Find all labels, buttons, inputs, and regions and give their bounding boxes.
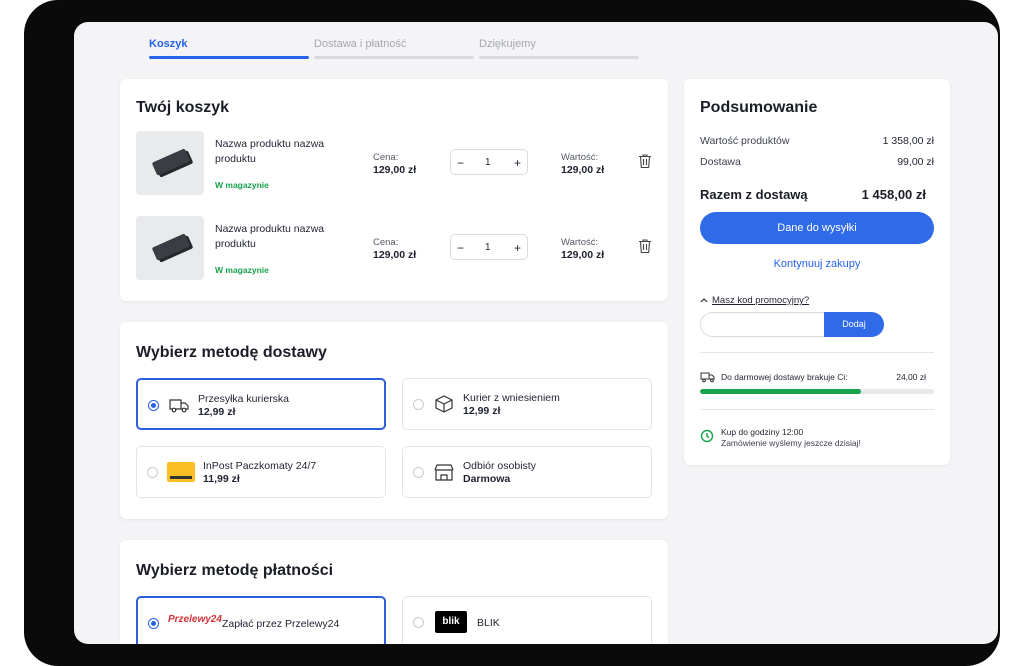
device-frame: Koszyk Dostawa i płatność Dziękujemy Twó…	[24, 0, 1000, 666]
price-value: 129,00 zł	[373, 164, 417, 176]
increase-button[interactable]: +	[514, 156, 521, 170]
box-icon	[435, 395, 453, 413]
delivery-option-pickup[interactable]: Odbiór osobisty Darmowa	[402, 446, 652, 498]
payment-option-przelewy24[interactable]: Przelewy24 Zapłać przez Przelewy24	[136, 596, 386, 644]
quantity-value[interactable]: 1	[485, 242, 491, 253]
summary-card: Podsumowanie Wartość produktów 1 358,00 …	[684, 79, 950, 465]
step-label: Dostawa i płatność	[314, 38, 407, 50]
products-label: Wartość produktów	[700, 135, 790, 147]
stock-status: W magazynie	[215, 265, 269, 275]
promo-code-input[interactable]	[700, 312, 830, 337]
delivery-card: Wybierz metodę dostawy Przesyłka kuriers…	[120, 322, 668, 519]
quantity-stepper: − 1 +	[450, 149, 528, 175]
value-label: Wartość:	[561, 152, 599, 163]
free-shipping-progress	[700, 389, 934, 394]
cart-item: Nazwa produktu nazwa produktu W magazyni…	[136, 131, 656, 195]
divider	[700, 352, 934, 353]
delivery-option-inpost[interactable]: InPost Paczkomaty 24/7 11,99 zł	[136, 446, 386, 498]
trash-icon[interactable]	[638, 238, 652, 254]
shipping-value: 99,00 zł	[897, 156, 934, 168]
truck-icon	[700, 372, 715, 383]
shipping-details-button[interactable]: Dane do wysyłki	[700, 212, 934, 244]
deadline-text: Zamówienie wyślemy jeszcze dzisiaj!	[721, 438, 861, 448]
option-name: BLIK	[477, 617, 500, 629]
step-bar	[479, 56, 639, 59]
inpost-logo	[167, 462, 195, 482]
price-value: 129,00 zł	[373, 249, 417, 261]
progress-fill	[700, 389, 862, 394]
apply-promo-button[interactable]: Dodaj	[824, 312, 884, 337]
radio-button[interactable]	[148, 400, 159, 411]
deadline-title: Kup do godziny 12:00	[721, 427, 804, 437]
option-price: 12,99 zł	[463, 405, 501, 417]
option-price: 12,99 zł	[198, 406, 236, 418]
cart-item: Nazwa produktu nazwa produktu W magazyni…	[136, 216, 656, 280]
cart-card: Twój koszyk Nazwa produktu nazwa produkt…	[120, 79, 668, 301]
value-amount: 129,00 zł	[561, 249, 605, 261]
trash-icon[interactable]	[638, 153, 652, 169]
step-bar	[149, 56, 309, 59]
delivery-title: Wybierz metodę dostawy	[136, 344, 327, 361]
summary-title: Podsumowanie	[700, 99, 818, 116]
radio-button[interactable]	[413, 617, 424, 628]
total-value: 1 458,00 zł	[861, 187, 926, 202]
radio-button[interactable]	[413, 467, 424, 478]
price-label: Cena:	[373, 152, 399, 163]
store-icon	[434, 464, 454, 481]
value-amount: 129,00 zł	[561, 164, 605, 176]
total-row: Razem z dostawą 1 458,00 zł	[700, 187, 926, 202]
step-delivery-payment[interactable]: Dostawa i płatność	[314, 38, 474, 59]
option-name: Zapłać przez Przelewy24	[222, 618, 340, 630]
radio-button[interactable]	[148, 618, 159, 629]
free-shipping-value: 24,00 zł	[896, 372, 926, 382]
product-image[interactable]	[136, 131, 204, 195]
option-name: Kurier z wniesieniem	[463, 392, 560, 404]
product-name[interactable]: Nazwa produktu nazwa produktu	[215, 222, 345, 252]
shipping-row: Dostawa 99,00 zł	[700, 156, 934, 168]
product-image[interactable]	[136, 216, 204, 280]
step-label: Koszyk	[149, 38, 188, 50]
products-value: 1 358,00 zł	[882, 135, 934, 147]
quantity-stepper: − 1 +	[450, 234, 528, 260]
radio-button[interactable]	[147, 467, 158, 478]
step-cart[interactable]: Koszyk	[149, 38, 309, 59]
delivery-option-courier[interactable]: Przesyłka kurierska 12,99 zł	[136, 378, 386, 430]
payment-card: Wybierz metodę płatności Przelewy24 Zapł…	[120, 540, 668, 644]
price-label: Cena:	[373, 237, 399, 248]
cart-title: Twój koszyk	[136, 99, 230, 116]
checkout-steps: Koszyk Dostawa i płatność Dziękujemy	[149, 38, 694, 60]
option-price: Darmowa	[463, 473, 511, 485]
radio-button[interactable]	[413, 399, 424, 410]
product-name[interactable]: Nazwa produktu nazwa produktu	[215, 137, 345, 167]
checkout-page: Koszyk Dostawa i płatność Dziękujemy Twó…	[74, 22, 998, 644]
value-label: Wartość:	[561, 237, 599, 248]
decrease-button[interactable]: −	[457, 156, 464, 170]
increase-button[interactable]: +	[514, 241, 521, 255]
step-thanks[interactable]: Dziękujemy	[479, 38, 639, 59]
free-shipping-text: Do darmowej dostawy brakuje Ci:	[721, 372, 848, 382]
total-label: Razem z dostawą	[700, 187, 808, 202]
quantity-value[interactable]: 1	[485, 157, 491, 168]
option-name: Przesyłka kurierska	[198, 393, 290, 405]
przelewy24-logo: Przelewy24	[168, 614, 222, 625]
stock-status: W magazynie	[215, 180, 269, 190]
option-name: InPost Paczkomaty 24/7	[203, 460, 317, 472]
truck-icon	[169, 399, 189, 413]
promo-code-toggle[interactable]: Masz kod promocyjny?	[712, 295, 809, 306]
payment-option-blik[interactable]: blik BLIK	[402, 596, 652, 644]
decrease-button[interactable]: −	[457, 241, 464, 255]
divider	[700, 409, 934, 410]
payment-title: Wybierz metodę płatności	[136, 562, 334, 579]
shipping-label: Dostawa	[700, 156, 741, 168]
delivery-option-courier-carry[interactable]: Kurier z wniesieniem 12,99 zł	[402, 378, 652, 430]
continue-shopping-link[interactable]: Kontynuuj zakupy	[684, 258, 950, 270]
option-name: Odbiór osobisty	[463, 460, 536, 472]
clock-icon	[700, 429, 714, 443]
products-value-row: Wartość produktów 1 358,00 zł	[700, 135, 934, 147]
option-price: 11,99 zł	[203, 473, 240, 485]
blik-logo: blik	[435, 611, 467, 633]
chevron-up-icon[interactable]	[700, 297, 708, 303]
step-label: Dziękujemy	[479, 38, 536, 50]
step-bar	[314, 56, 474, 59]
